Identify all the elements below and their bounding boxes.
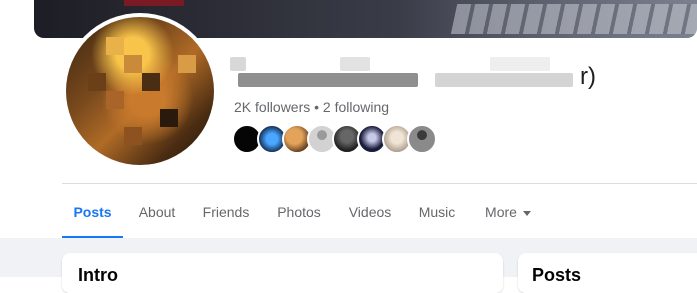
tab-label: Music (418, 204, 456, 220)
tab-label: Photos (277, 204, 321, 220)
name-redacted-block (230, 57, 246, 71)
tab-label: Posts (73, 204, 112, 220)
name-redacted-block (435, 73, 573, 87)
tab-posts[interactable]: Posts (62, 185, 123, 239)
name-redacted-block (238, 73, 418, 87)
intro-card: Intro (62, 253, 503, 293)
avatar-pixel (106, 37, 124, 55)
avatar-pixel (106, 91, 124, 109)
avatar-pixel (124, 55, 142, 73)
cover-keyboard-detail (450, 4, 697, 34)
posts-title: Posts (532, 265, 582, 285)
tab-label: Friends (202, 204, 250, 220)
tab-label: Videos (348, 204, 392, 220)
name-redacted-block (340, 57, 370, 71)
name-suffix: r) (580, 63, 596, 90)
avatar-pixel (178, 55, 196, 73)
intro-title: Intro (78, 265, 118, 285)
tab-friends[interactable]: Friends (196, 185, 256, 237)
followers-count[interactable]: 2K followers • 2 following (234, 99, 389, 115)
profile-picture[interactable] (66, 17, 214, 165)
header-divider (62, 183, 697, 184)
caret-down-icon (522, 210, 531, 216)
posts-card: Posts (518, 253, 697, 293)
tab-music[interactable]: Music (413, 185, 461, 237)
avatar-pixel (160, 109, 178, 127)
name-redacted-block (490, 57, 550, 71)
tab-more[interactable]: More (480, 185, 536, 237)
tab-label: About (138, 204, 176, 220)
avatar-pixel (88, 73, 106, 91)
profile-picture-frame[interactable] (62, 13, 218, 169)
tab-videos[interactable]: Videos (344, 185, 396, 237)
avatar-pixel (142, 73, 160, 91)
tab-photos[interactable]: Photos (271, 185, 327, 237)
cover-detail (124, 0, 184, 6)
follower-avatar[interactable] (407, 124, 437, 154)
tab-label: More (485, 204, 517, 220)
tab-about[interactable]: About (128, 185, 186, 237)
avatar-pixel (124, 127, 142, 145)
